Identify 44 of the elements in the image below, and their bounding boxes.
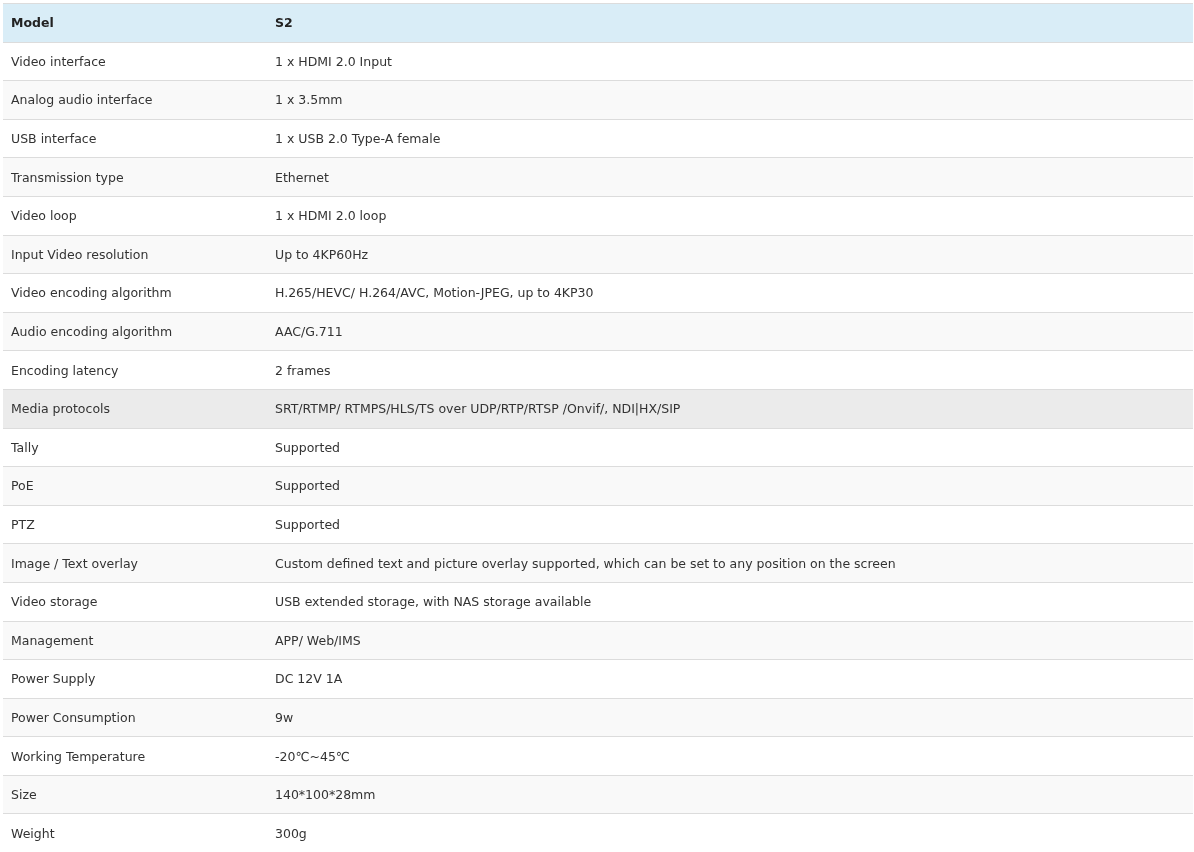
table-cell: 9w <box>267 698 1193 737</box>
table-cell: Tally <box>3 428 267 467</box>
table-cell: -20℃~45℃ <box>267 736 1193 776</box>
table-cell: Media protocols <box>3 389 267 429</box>
table-cell: AAC/G.711 <box>267 312 1193 351</box>
table-cell: USB extended storage, with NAS storage available <box>267 582 1193 621</box>
column-header: Model <box>3 3 267 43</box>
table-cell: Supported <box>267 466 1193 506</box>
table-cell: APP/ Web/IMS <box>267 621 1193 660</box>
table-cell: PoE <box>3 466 267 506</box>
table-cell: Weight <box>3 813 267 852</box>
table-cell: 1 x 3.5mm <box>267 80 1193 120</box>
table-cell: Up to 4KP60Hz <box>267 235 1193 274</box>
table-cell: Audio encoding algorithm <box>3 312 267 351</box>
table-cell: Power Consumption <box>3 698 267 737</box>
table-cell: 1 x USB 2.0 Type-A female <box>267 119 1193 158</box>
table-cell: Size <box>3 775 267 814</box>
table-cell: Transmission type <box>3 157 267 197</box>
table-cell: Video loop <box>3 196 267 236</box>
table-cell: 2 frames <box>267 350 1193 390</box>
table-cell: Video encoding algorithm <box>3 273 267 313</box>
table-cell: Supported <box>267 505 1193 544</box>
table-cell: Encoding latency <box>3 350 267 390</box>
table-cell: Working Temperature <box>3 736 267 776</box>
table-cell: USB interface <box>3 119 267 158</box>
table-cell: Input Video resolution <box>3 235 267 274</box>
table-cell: DC 12V 1A <box>267 659 1193 699</box>
table-cell: Custom defined text and picture overlay supported, which can be set to any position on the screen <box>267 543 1193 583</box>
table-cell: Power Supply <box>3 659 267 699</box>
column-header: S2 <box>267 3 1193 43</box>
table-cell: Analog audio interface <box>3 80 267 120</box>
table-cell: Management <box>3 621 267 660</box>
table-cell: 1 x HDMI 2.0 loop <box>267 196 1193 236</box>
table-cell: 300g <box>267 813 1193 852</box>
table-cell: 140*100*28mm <box>267 775 1193 814</box>
table-cell: Supported <box>267 428 1193 467</box>
table-cell: Video interface <box>3 42 267 81</box>
table-cell: PTZ <box>3 505 267 544</box>
table-cell: 1 x HDMI 2.0 Input <box>267 42 1193 81</box>
table-cell: H.265/HEVC/ H.264/AVC, Motion-JPEG, up to 4KP30 <box>267 273 1193 313</box>
table-cell: Ethernet <box>267 157 1193 197</box>
table-cell: SRT/RTMP/ RTMPS/HLS/TS over UDP/RTP/RTSP /Onvif/, NDI|HX/SIP <box>267 389 1193 429</box>
table-cell: Video storage <box>3 582 267 621</box>
table-cell: Image / Text overlay <box>3 543 267 583</box>
